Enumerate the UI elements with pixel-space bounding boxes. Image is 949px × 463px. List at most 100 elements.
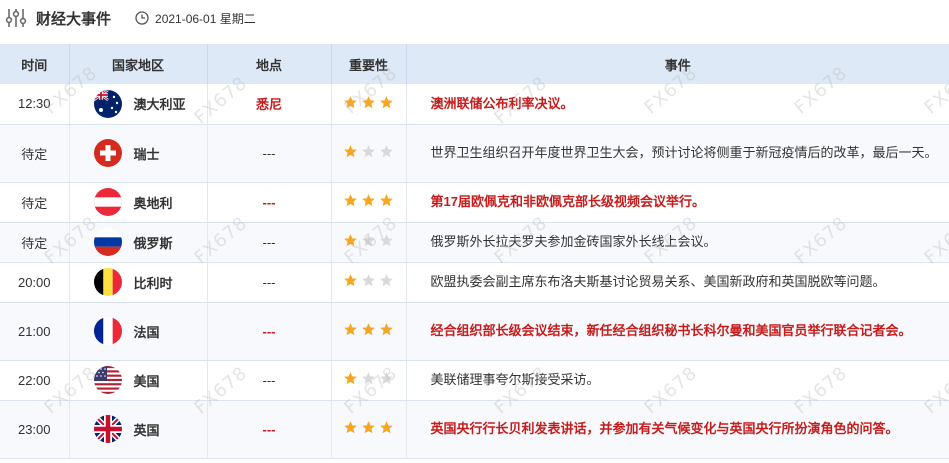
table-row[interactable]: 22:00 美国 --- 美联储理事夸尔斯接受采访。 bbox=[0, 360, 949, 401]
page-header: 财经大事件 2021-06-01 星期二 bbox=[0, 0, 949, 36]
cell-place: --- bbox=[207, 360, 332, 401]
star-filled-icon bbox=[344, 194, 357, 207]
star-filled-icon bbox=[344, 421, 357, 434]
star-filled-icon bbox=[344, 145, 357, 158]
cell-event: 俄罗斯外长拉夫罗夫参加金砖国家外长线上会议。 bbox=[406, 222, 949, 263]
cell-importance bbox=[331, 360, 407, 401]
country-name: 法国 bbox=[133, 324, 160, 340]
cell-time: 22:00 bbox=[0, 360, 70, 401]
table-row[interactable]: 待定 俄罗斯 --- 俄罗斯外长拉夫罗夫参加金砖国家外长线上会议。 bbox=[0, 222, 949, 263]
france-flag-icon bbox=[93, 317, 122, 345]
star-filled-icon bbox=[380, 95, 393, 108]
star-filled-icon bbox=[344, 372, 357, 385]
cell-time: 23:00 bbox=[0, 400, 70, 459]
importance-stars bbox=[343, 371, 394, 386]
clock-icon bbox=[135, 11, 149, 25]
cell-place: --- bbox=[207, 262, 332, 303]
cell-importance bbox=[331, 84, 407, 125]
country-name: 澳大利亚 bbox=[133, 97, 186, 113]
star-empty-icon bbox=[380, 274, 393, 287]
star-empty-icon bbox=[380, 234, 393, 247]
star-filled-icon bbox=[344, 323, 357, 336]
cell-place: --- bbox=[207, 124, 332, 183]
table-row[interactable]: 待定 奥地利 --- 第17届欧佩克和非欧佩克部长级视频会议举行。 bbox=[0, 182, 949, 223]
events-table: 时间 国家地区 地点 重要性 事件 12:30 澳大利亚 悉尼 澳洲联储公布利率决议。… bbox=[0, 44, 949, 459]
country-name: 美国 bbox=[133, 373, 160, 389]
star-empty-icon bbox=[362, 234, 375, 247]
table-row[interactable]: 23:00 英国 --- 英国央行行长贝利发表讲话，并参加有关气候变化与英国央行所扮演… bbox=[0, 400, 949, 459]
page-title: 财经大事件 bbox=[36, 10, 112, 28]
switzerland-flag-icon bbox=[93, 139, 122, 167]
importance-stars bbox=[343, 420, 394, 435]
country-name: 比利时 bbox=[133, 275, 173, 291]
belgium-flag-icon bbox=[93, 268, 122, 296]
col-header-importance: 重要性 bbox=[331, 44, 407, 84]
russia-flag-icon bbox=[93, 228, 122, 256]
star-filled-icon bbox=[344, 274, 357, 287]
cell-place: --- bbox=[207, 400, 332, 459]
cell-event: 英国央行行长贝利发表讲话，并参加有关气候变化与英国央行所扮演角色的问答。 bbox=[406, 400, 949, 459]
cell-country: 俄罗斯 bbox=[69, 222, 208, 263]
cell-country: 奥地利 bbox=[69, 182, 208, 223]
col-header-event: 事件 bbox=[406, 44, 949, 84]
table-header-row: 时间 国家地区 地点 重要性 事件 bbox=[0, 44, 949, 84]
cell-importance bbox=[331, 302, 407, 361]
cell-importance bbox=[331, 222, 407, 263]
cell-event: 第17届欧佩克和非欧佩克部长级视频会议举行。 bbox=[406, 182, 949, 223]
cell-event: 欧盟执委会副主席东布洛夫斯基讨论贸易关系、美国新政府和英国脱欧等问题。 bbox=[406, 262, 949, 303]
star-filled-icon bbox=[380, 323, 393, 336]
cell-country: 瑞士 bbox=[69, 124, 208, 183]
country-name: 奥地利 bbox=[133, 195, 173, 211]
cell-time: 待定 bbox=[0, 124, 70, 183]
cell-country: 法国 bbox=[69, 302, 208, 361]
cell-place: --- bbox=[207, 222, 332, 263]
star-filled-icon bbox=[344, 234, 357, 247]
cell-time: 20:00 bbox=[0, 262, 70, 303]
australia-flag-icon bbox=[93, 89, 122, 118]
cell-time: 待定 bbox=[0, 222, 70, 263]
table-row[interactable]: 待定 瑞士 --- 世界卫生组织召开年度世界卫生大会，预计讨论将侧重于新冠疫情后的改革… bbox=[0, 124, 949, 183]
table-row[interactable]: 20:00 比利时 --- 欧盟执委会副主席东布洛夫斯基讨论贸易关系、美国新政府和英国… bbox=[0, 262, 949, 303]
star-filled-icon bbox=[380, 194, 393, 207]
cell-country: 澳大利亚 bbox=[69, 84, 208, 125]
cell-importance bbox=[331, 262, 407, 303]
star-empty-icon bbox=[362, 274, 375, 287]
table-row[interactable]: 12:30 澳大利亚 悉尼 澳洲联储公布利率决议。 bbox=[0, 84, 949, 125]
cell-time: 21:00 bbox=[0, 302, 70, 361]
sliders-icon bbox=[5, 9, 27, 27]
cell-time: 12:30 bbox=[0, 84, 70, 125]
cell-country: 比利时 bbox=[69, 262, 208, 303]
star-empty-icon bbox=[380, 145, 393, 158]
cell-event: 世界卫生组织召开年度世界卫生大会，预计讨论将侧重于新冠疫情后的改革，最后一天。 bbox=[406, 124, 949, 183]
star-filled-icon bbox=[344, 95, 357, 108]
star-filled-icon bbox=[362, 194, 375, 207]
cell-country: 美国 bbox=[69, 360, 208, 401]
header-date: 2021-06-01 星期二 bbox=[155, 11, 256, 26]
star-empty-icon bbox=[362, 145, 375, 158]
importance-stars bbox=[343, 144, 394, 159]
col-header-country: 国家地区 bbox=[69, 44, 208, 84]
star-filled-icon bbox=[362, 95, 375, 108]
cell-place: 悉尼 bbox=[207, 84, 332, 125]
importance-stars bbox=[343, 233, 394, 248]
star-empty-icon bbox=[362, 372, 375, 385]
importance-stars bbox=[343, 95, 394, 110]
country-name: 瑞士 bbox=[133, 146, 160, 162]
importance-stars bbox=[343, 273, 394, 288]
cell-event: 经合组织部长级会议结束，新任经合组织秘书长科尔曼和美国官员举行联合记者会。 bbox=[406, 302, 949, 361]
col-header-time: 时间 bbox=[0, 44, 70, 84]
importance-stars bbox=[343, 193, 394, 208]
country-name: 俄罗斯 bbox=[133, 235, 173, 251]
cell-place: --- bbox=[207, 302, 332, 361]
star-empty-icon bbox=[380, 372, 393, 385]
col-header-place: 地点 bbox=[207, 44, 332, 84]
cell-country: 英国 bbox=[69, 400, 208, 459]
star-filled-icon bbox=[362, 323, 375, 336]
cell-importance bbox=[331, 124, 407, 183]
table-row[interactable]: 21:00 法国 --- 经合组织部长级会议结束，新任经合组织秘书长科尔曼和美国官员举… bbox=[0, 302, 949, 361]
usa-flag-icon bbox=[93, 366, 122, 394]
cell-time: 待定 bbox=[0, 182, 70, 223]
uk-flag-icon bbox=[93, 415, 122, 443]
star-filled-icon bbox=[362, 421, 375, 434]
cell-importance bbox=[331, 182, 407, 223]
